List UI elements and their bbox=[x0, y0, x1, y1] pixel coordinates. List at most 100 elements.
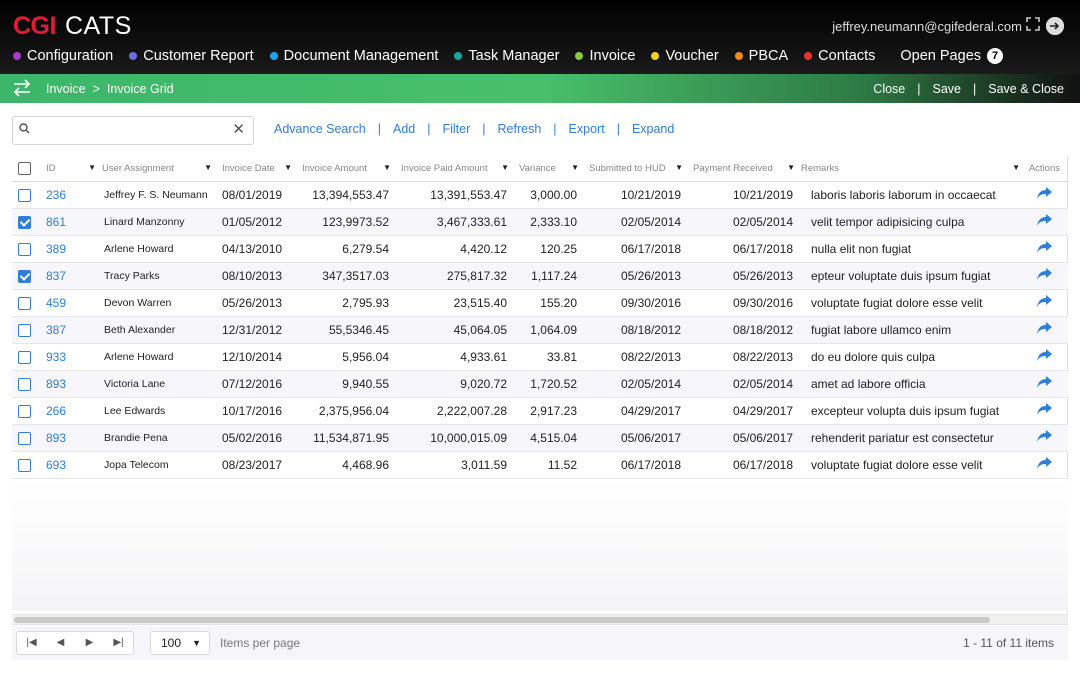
share-arrow-icon[interactable] bbox=[1037, 214, 1052, 229]
row-id[interactable]: 837 bbox=[42, 262, 100, 290]
share-arrow-icon[interactable] bbox=[1037, 376, 1052, 391]
row-id[interactable]: 693 bbox=[42, 451, 100, 479]
expand-link[interactable]: Expand bbox=[632, 122, 674, 136]
table-row[interactable]: 933 Arlene Howard 12/10/2014 5,956.04 4,933.… bbox=[12, 343, 1068, 371]
table-row[interactable]: 837 Tracy Parks 08/10/2013 347,3517.03 275,8… bbox=[12, 262, 1068, 290]
filter-icon[interactable]: ▼ bbox=[204, 163, 212, 172]
row-id[interactable]: 387 bbox=[42, 316, 100, 344]
save-close-button[interactable]: Save & Close bbox=[988, 82, 1064, 96]
last-page-icon[interactable]: ▶| bbox=[104, 632, 133, 654]
row-id[interactable]: 236 bbox=[42, 181, 100, 209]
refresh-link[interactable]: Refresh bbox=[498, 122, 542, 136]
expand-icon[interactable] bbox=[1024, 17, 1042, 35]
column-header-invoice-date[interactable]: Invoice Date ▼ bbox=[216, 156, 296, 182]
select-all-checkbox[interactable] bbox=[18, 161, 31, 175]
app-logo[interactable]: CGI CATS bbox=[13, 12, 132, 41]
swap-arrows-icon[interactable] bbox=[12, 79, 32, 100]
filter-icon[interactable]: ▼ bbox=[501, 163, 509, 172]
nav-item-invoice[interactable]: Invoice bbox=[575, 48, 635, 64]
user-avatar-icon[interactable] bbox=[1046, 17, 1064, 35]
close-icon[interactable]: ✕ bbox=[232, 122, 245, 138]
share-arrow-icon[interactable] bbox=[1037, 295, 1052, 310]
nav-item-voucher[interactable]: Voucher bbox=[651, 48, 719, 64]
share-arrow-icon[interactable] bbox=[1037, 187, 1052, 202]
row-checkbox[interactable] bbox=[18, 323, 31, 337]
column-header-submitted-to-hud[interactable]: Submitted to HUD ▼ bbox=[583, 156, 687, 182]
user-email[interactable]: jeffrey.neumann@cgifederal.com bbox=[832, 19, 1022, 34]
column-header-user-assignment[interactable]: User Assignment ▼ bbox=[100, 156, 216, 182]
column-header-invoice-paid-amount[interactable]: Invoice Paid Amount ▼ bbox=[395, 156, 513, 182]
advance-search-link[interactable]: Advance Search bbox=[274, 122, 366, 136]
previous-page-icon[interactable]: ◀ bbox=[46, 632, 75, 654]
share-arrow-icon[interactable] bbox=[1037, 349, 1052, 364]
filter-icon[interactable]: ▼ bbox=[1012, 163, 1020, 172]
row-checkbox[interactable] bbox=[18, 269, 31, 283]
filter-link[interactable]: Filter bbox=[442, 122, 470, 136]
table-row[interactable]: 893 Victoria Lane 07/12/2016 9,940.55 9,020.… bbox=[12, 370, 1068, 398]
nav-item-pbca[interactable]: PBCA bbox=[734, 48, 788, 64]
filter-icon[interactable]: ▼ bbox=[571, 163, 579, 172]
close-button[interactable]: Close bbox=[873, 82, 905, 96]
column-header-remarks[interactable]: Remarks ▼ bbox=[799, 156, 1024, 182]
export-link[interactable]: Export bbox=[569, 122, 605, 136]
row-id[interactable]: 459 bbox=[42, 289, 100, 317]
open-pages-button[interactable]: Open Pages 7 bbox=[900, 48, 1004, 64]
share-arrow-icon[interactable] bbox=[1037, 430, 1052, 445]
column-header-actions[interactable]: Actions bbox=[1024, 156, 1068, 182]
column-header-variance[interactable]: Variance ▼ bbox=[513, 156, 583, 182]
share-arrow-icon[interactable] bbox=[1037, 322, 1052, 337]
share-arrow-icon[interactable] bbox=[1037, 268, 1052, 283]
table-row[interactable]: 693 Jopa Telecom 08/23/2017 4,468.96 3,011.5… bbox=[12, 451, 1068, 479]
save-button[interactable]: Save bbox=[933, 82, 962, 96]
row-checkbox[interactable] bbox=[18, 350, 31, 364]
table-row[interactable]: 459 Devon Warren 05/26/2013 2,795.93 23,515.… bbox=[12, 289, 1068, 317]
row-checkbox[interactable] bbox=[18, 431, 31, 445]
column-header-invoice-amount[interactable]: Invoice Amount ▼ bbox=[296, 156, 395, 182]
search-input[interactable] bbox=[37, 121, 227, 140]
row-id[interactable]: 893 bbox=[42, 370, 100, 398]
filter-icon[interactable]: ▼ bbox=[284, 163, 292, 172]
nav-item-configuration[interactable]: Configuration bbox=[13, 48, 113, 64]
table-row[interactable]: 236 Jeffrey F. S. Neumann 08/01/2019 13,394… bbox=[12, 181, 1068, 209]
row-id[interactable]: 933 bbox=[42, 343, 100, 371]
table-row[interactable]: 387 Beth Alexander 12/31/2012 55,5346.45 45,… bbox=[12, 316, 1068, 344]
share-arrow-icon[interactable] bbox=[1037, 403, 1052, 418]
row-checkbox[interactable] bbox=[18, 458, 31, 472]
row-id[interactable]: 893 bbox=[42, 424, 100, 452]
nav-dot-icon bbox=[454, 52, 463, 60]
table-row[interactable]: 861 Linard Manzonny 01/05/2012 123,9973.52 3… bbox=[12, 208, 1068, 236]
table-row[interactable]: 893 Brandie Pena 05/02/2016 11,534,871.95 10… bbox=[12, 424, 1068, 452]
column-header-id[interactable]: ID ▼ bbox=[42, 156, 100, 182]
first-page-icon[interactable]: |◀ bbox=[17, 632, 46, 654]
nav-item-task-manager[interactable]: Task Manager bbox=[454, 48, 559, 64]
row-checkbox[interactable] bbox=[18, 404, 31, 418]
row-checkbox[interactable] bbox=[18, 188, 31, 202]
next-page-icon[interactable]: ▶ bbox=[75, 632, 104, 654]
filter-icon[interactable]: ▼ bbox=[383, 163, 391, 172]
scrollbar-thumb[interactable] bbox=[14, 617, 990, 623]
row-id[interactable]: 266 bbox=[42, 397, 100, 425]
share-arrow-icon[interactable] bbox=[1037, 457, 1052, 472]
filter-icon[interactable]: ▼ bbox=[787, 163, 795, 172]
row-checkbox[interactable] bbox=[18, 215, 31, 229]
action-separator: | bbox=[917, 82, 921, 96]
filter-icon[interactable]: ▼ bbox=[675, 163, 683, 172]
horizontal-scrollbar[interactable] bbox=[12, 614, 1068, 625]
row-invoice-amount: 123,9973.52 bbox=[296, 208, 395, 236]
column-header-payment-received[interactable]: Payment Received ▼ bbox=[687, 156, 799, 182]
table-row[interactable]: 389 Arlene Howard 04/13/2010 6,279.54 4,420.… bbox=[12, 235, 1068, 263]
row-checkbox[interactable] bbox=[18, 377, 31, 391]
page-size-select[interactable]: 100 ▼ bbox=[150, 631, 210, 655]
table-row[interactable]: 266 Lee Edwards 10/17/2016 2,375,956.04 2,22… bbox=[12, 397, 1068, 425]
breadcrumb-invoice[interactable]: Invoice bbox=[46, 82, 86, 96]
row-id[interactable]: 861 bbox=[42, 208, 100, 236]
nav-item-customer-report[interactable]: Customer Report bbox=[129, 48, 254, 64]
nav-item-document-management[interactable]: Document Management bbox=[269, 48, 438, 64]
nav-item-contacts[interactable]: Contacts bbox=[804, 48, 875, 64]
add-link[interactable]: Add bbox=[393, 122, 415, 136]
row-checkbox[interactable] bbox=[18, 296, 31, 310]
row-id[interactable]: 389 bbox=[42, 235, 100, 263]
row-checkbox[interactable] bbox=[18, 242, 31, 256]
share-arrow-icon[interactable] bbox=[1037, 241, 1052, 256]
filter-icon[interactable]: ▼ bbox=[88, 163, 96, 172]
